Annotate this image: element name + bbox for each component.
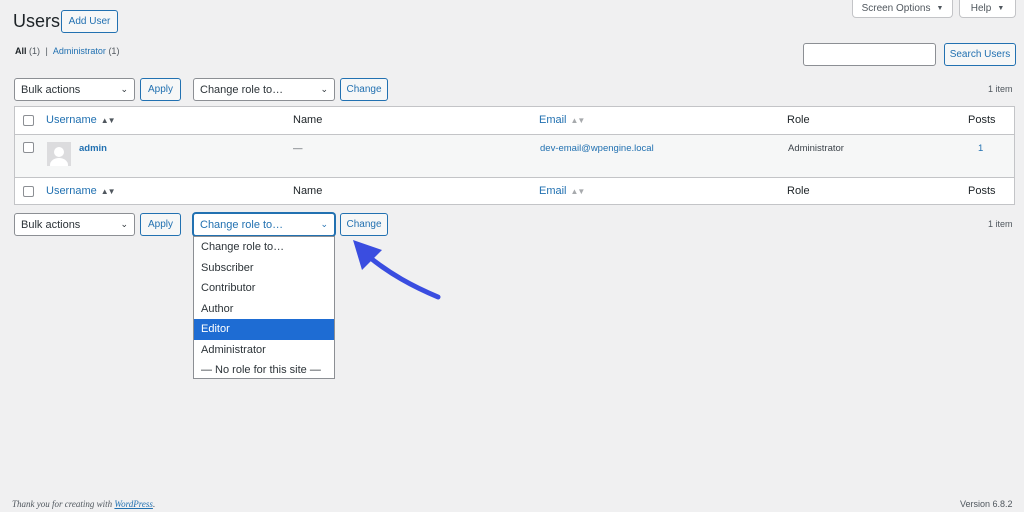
role-option-subscriber[interactable]: Subscriber xyxy=(194,258,334,279)
screen-options-tab[interactable]: Screen Options ▼ xyxy=(852,0,953,18)
bulk-actions-select-bottom[interactable]: Bulk actions ⌄ xyxy=(14,213,135,236)
column-email-footer[interactable]: Email ▲▼ xyxy=(539,185,586,197)
bulk-actions-value: Bulk actions xyxy=(21,218,81,231)
column-posts: Posts xyxy=(968,114,996,126)
change-role-value: Change role to… xyxy=(200,83,284,96)
annotation-arrow-icon xyxy=(353,240,441,300)
apply-button-bottom[interactable]: Apply xyxy=(140,213,181,236)
chevron-down-icon: ⌄ xyxy=(320,219,328,229)
sort-icon: ▲▼ xyxy=(100,115,116,125)
column-username[interactable]: Username ▲▼ xyxy=(46,114,116,126)
items-count-top: 1 item xyxy=(988,84,1013,94)
username-link[interactable]: admin xyxy=(79,143,107,154)
change-button-top[interactable]: Change xyxy=(340,78,388,101)
column-username-footer[interactable]: Username ▲▼ xyxy=(46,185,116,197)
sort-icon: ▲▼ xyxy=(570,186,586,196)
select-all-checkbox[interactable] xyxy=(23,115,34,126)
views-separator: | xyxy=(45,46,48,56)
footer-thanks-prefix: Thank you for creating with xyxy=(12,499,115,509)
help-tab[interactable]: Help ▼ xyxy=(959,0,1016,18)
column-name-footer: Name xyxy=(293,185,323,197)
role-option-no-role[interactable]: — No role for this site — xyxy=(194,360,334,381)
search-input[interactable] xyxy=(803,43,936,66)
view-administrator-link[interactable]: Administrator xyxy=(53,46,106,56)
bulk-actions-select-top[interactable]: Bulk actions ⌄ xyxy=(14,78,135,101)
row-checkbox[interactable] xyxy=(23,142,34,153)
role-option-contributor[interactable]: Contributor xyxy=(194,278,334,299)
table-header: Username ▲▼ Name Email ▲▼ Role Posts xyxy=(15,107,1014,135)
sort-icon: ▲▼ xyxy=(100,186,116,196)
column-username-label: Username xyxy=(46,114,97,126)
view-administrator-count: (1) xyxy=(108,46,120,56)
column-email-label: Email xyxy=(539,114,567,126)
chevron-down-icon: ⌄ xyxy=(320,84,328,94)
footer-thanks: Thank you for creating with WordPress. xyxy=(12,499,155,509)
help-label: Help xyxy=(970,3,992,14)
table-footer: Username ▲▼ Name Email ▲▼ Role Posts xyxy=(15,177,1014,205)
apply-button-top[interactable]: Apply xyxy=(140,78,181,101)
user-name-cell: — xyxy=(293,143,303,154)
page-title: Users xyxy=(13,11,61,31)
column-posts-footer: Posts xyxy=(968,185,996,197)
screen-options-label: Screen Options xyxy=(861,3,931,14)
chevron-down-icon: ⌄ xyxy=(120,84,128,94)
caret-down-icon: ▼ xyxy=(997,5,1005,12)
change-button-bottom[interactable]: Change xyxy=(340,213,388,236)
footer-thanks-suffix: . xyxy=(152,499,156,509)
role-dropdown-list: Change role to… Subscriber Contributor A… xyxy=(193,236,335,379)
change-role-select-bottom[interactable]: Change role to… ⌄ xyxy=(193,213,335,236)
column-email[interactable]: Email ▲▼ xyxy=(539,114,586,126)
view-all-link[interactable]: All xyxy=(15,46,27,56)
user-email-link[interactable]: dev-email@wpengine.local xyxy=(540,143,654,154)
role-option-editor[interactable]: Editor xyxy=(194,319,334,340)
view-all-count: (1) xyxy=(29,46,41,56)
add-user-button[interactable]: Add User xyxy=(61,10,118,33)
wordpress-link[interactable]: WordPress xyxy=(114,499,153,509)
column-role: Role xyxy=(787,114,810,126)
column-email-label: Email xyxy=(539,185,567,197)
column-role-footer: Role xyxy=(787,185,810,197)
chevron-down-icon: ⌄ xyxy=(120,219,128,229)
role-option-author[interactable]: Author xyxy=(194,299,334,320)
search-users-button[interactable]: Search Users xyxy=(944,43,1016,66)
sort-icon: ▲▼ xyxy=(570,115,586,125)
caret-down-icon: ▼ xyxy=(936,5,944,12)
column-username-label: Username xyxy=(46,185,97,197)
column-name: Name xyxy=(293,114,323,126)
items-count-bottom: 1 item xyxy=(988,219,1013,229)
footer-version: Version 6.8.2 xyxy=(960,499,1013,509)
bulk-actions-value: Bulk actions xyxy=(21,83,81,96)
role-option-administrator[interactable]: Administrator xyxy=(194,340,334,361)
default-avatar-icon xyxy=(47,142,71,166)
users-table: Username ▲▼ Name Email ▲▼ Role Posts adm… xyxy=(14,106,1015,205)
change-role-value: Change role to… xyxy=(200,218,284,231)
select-all-checkbox-footer[interactable] xyxy=(23,186,34,197)
table-row: admin — dev-email@wpengine.local Adminis… xyxy=(15,135,1014,177)
user-views-filter: All (1) | Administrator (1) xyxy=(15,46,119,56)
user-role-cell: Administrator xyxy=(788,143,844,154)
role-option-change-role[interactable]: Change role to… xyxy=(194,237,334,258)
avatar xyxy=(47,142,71,166)
change-role-select-top[interactable]: Change role to… ⌄ xyxy=(193,78,335,101)
user-posts-link[interactable]: 1 xyxy=(978,143,983,154)
